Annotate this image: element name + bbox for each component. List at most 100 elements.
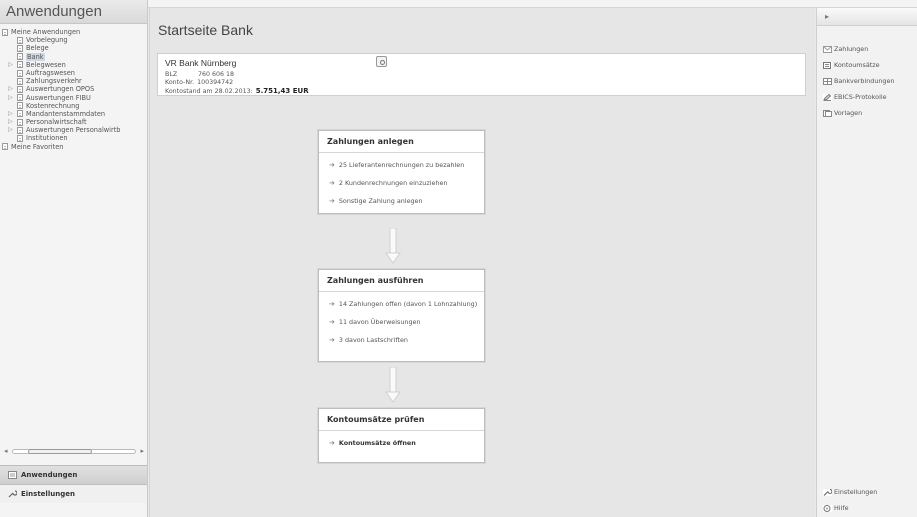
tree-item-label: Meine Anwendungen [11,28,81,36]
panel-action-label: 2 Kundenrechnungen einzuziehen [338,179,448,187]
tree-item-label: Kostenrechnung [26,101,80,110]
main-content: Startseite Bank VR Bank Nürnberg BLZ 760 … [149,8,815,517]
document-icon [2,143,8,151]
navigation-title: Anwendungen [0,0,147,24]
document-icon [17,61,23,69]
panel-action-label: 25 Lieferantenrechnungen zu bezahlen [338,161,465,169]
arrow-right-icon: ➔ [329,318,335,326]
tree-item-label: Auswertungen Personalwirtb [26,126,121,135]
tree-item[interactable]: ▷ Personalwirtschaft [0,118,147,126]
document-icon [17,102,23,110]
panel-kontoumsaetze-pruefen: Kontoumsätze prüfen ➔ Kontoumsätze öffnen [318,408,485,463]
tree-item-label: Belegwesen [26,60,66,69]
konto-line: Konto-Nr. 100394742 [165,79,233,86]
document-icon [17,126,23,134]
flow-down-arrow-icon [385,367,401,403]
tree-item[interactable]: Bank [0,52,147,61]
link-hilfe-label: Hilfe [834,504,849,512]
arrow-right-icon: ➔ [329,179,335,187]
section-anwendungen-button[interactable]: Anwendungen [0,465,147,484]
tree-item[interactable]: ▷ Auswertungen OPOS [0,85,147,93]
expand-arrow-icon[interactable]: ▷ [7,118,14,126]
bank-refresh-icon[interactable] [376,56,387,67]
link-einstellungen-label: Einstellungen [834,488,878,496]
arrow-right-icon: ➔ [329,439,335,447]
panel-action-link[interactable]: ➔ Kontoumsätze öffnen [319,434,484,452]
panel-action-link[interactable]: ➔ 11 davon Überweisungen [319,313,484,331]
document-icon [17,85,23,93]
tree-item[interactable]: Kostenrechnung [0,102,147,110]
panel-action-link[interactable]: ➔ 3 davon Lastschriften [319,331,484,349]
document-icon [2,28,8,36]
tree-item[interactable]: ▷ Auswertungen FIBU [0,94,147,102]
panel-title: Zahlungen anlegen [319,131,484,153]
tree-item-label: Vorbelegung [26,36,68,45]
panel-zahlungen-anlegen: Zahlungen anlegen ➔ 25 Lieferantenrechnung… [318,130,485,214]
link-ebics-protokolle-label: EBICS-Protokolle [834,93,887,101]
section-anwendungen-label: Anwendungen [21,471,78,479]
blz-label: BLZ [165,71,178,78]
tree-item-label: Bank [26,52,45,61]
link-zahlungen[interactable]: Zahlungen [823,45,868,53]
tree-item-label: Auswertungen FIBU [26,93,91,102]
panel-action-label: 3 davon Lastschriften [338,336,408,344]
tree-item[interactable]: Institutionen [0,134,147,142]
tree-item-label: Personalwirtschaft [26,118,87,127]
expand-arrow-icon[interactable]: ▷ [7,126,14,134]
konto-value: 100394742 [197,79,234,86]
link-zahlungen-label: Zahlungen [834,45,869,53]
balance-value: 5.751,43 EUR [255,87,309,95]
tree-item[interactable]: Meine Favoriten [0,143,147,151]
tree-item[interactable]: Auftragswesen [0,69,147,77]
tree-item[interactable]: Vorbelegung [0,36,147,44]
document-icon [17,94,23,102]
document-icon [17,77,23,85]
arrow-right-icon: ➔ [329,336,335,344]
document-icon [17,36,23,44]
tree-item[interactable]: ▷ Auswertungen Personalwirtb [0,126,147,134]
link-hilfe[interactable]: Hilfe [823,504,849,512]
link-vorlagen[interactable]: Vorlagen [823,109,862,117]
scroll-right-icon[interactable]: ▸ [140,447,144,455]
tree-item[interactable]: Meine Anwendungen [0,28,147,36]
panel-action-link[interactable]: ➔ Sonstige Zahlung anlegen [319,192,484,210]
envelope-icon [823,45,832,53]
expand-arrow-icon[interactable]: ▷ [7,61,14,69]
panel-action-link[interactable]: ➔ 25 Lieferantenrechnungen zu bezahlen [319,156,484,174]
flow-down-arrow-icon [385,228,401,264]
pane-collapse-toggle[interactable]: ▸ [817,8,917,26]
link-einstellungen[interactable]: Einstellungen [823,488,877,496]
tree-item[interactable]: ▷ Belegwesen [0,61,147,69]
expand-arrow-icon[interactable]: ▷ [7,85,14,93]
tree-item[interactable]: ▷ Mandantenstammdaten [0,110,147,118]
arrow-right-icon: ➔ [329,197,335,205]
panel-zahlungen-ausfuehren: Zahlungen ausführen ➔ 14 Zahlungen offen (… [318,269,485,362]
balance-line: Kontostand am 28.02.2013: 5.751,43 EUR [165,87,309,95]
application-tree: Meine Anwendungen Vorbelegung Belege Bank ▷ B… [0,26,147,446]
arrow-right-icon: ➔ [329,300,335,308]
section-einstellungen-button[interactable]: Einstellungen [0,484,147,503]
panel-action-link[interactable]: ➔ 2 Kundenrechnungen einzuziehen [319,174,484,192]
right-task-pane: ▸ Zahlungen Kontoumsätze Bankverbindunge… [816,8,917,517]
document-icon [17,69,23,77]
link-kontoumsaetze-label: Kontoumsätze [834,61,880,69]
konto-label: Konto-Nr. [165,79,195,86]
link-ebics-protokolle[interactable]: EBICS-Protokolle [823,93,887,101]
tree-item-label: Meine Favoriten [11,142,64,151]
left-navigation: Anwendungen Meine Anwendungen Vorbelegung… [0,0,148,517]
expand-arrow-icon[interactable]: ▷ [7,94,14,102]
tree-item-label: Belege [26,44,49,53]
wrench-icon [823,488,832,496]
panel-action-link[interactable]: ➔ 14 Zahlungen offen (davon 1 Lohnzahlung… [319,295,484,313]
scroll-thumb[interactable] [28,449,92,454]
horizontal-scrollbar[interactable]: ◂ ▸ [4,447,144,456]
link-kontoumsaetze[interactable]: Kontoumsätze [823,61,880,69]
blz-value: 760 606 18 [198,71,235,78]
tree-item[interactable]: Belege [0,44,147,52]
panel-title: Zahlungen ausführen [319,270,484,292]
scroll-left-icon[interactable]: ◂ [4,447,8,455]
link-bankverbindungen[interactable]: Bankverbindungen [823,77,894,85]
blz-line: BLZ 760 606 18 [165,71,234,78]
tree-item[interactable]: Zahlungsverkehr [0,77,147,85]
expand-arrow-icon[interactable]: ▷ [7,110,14,118]
